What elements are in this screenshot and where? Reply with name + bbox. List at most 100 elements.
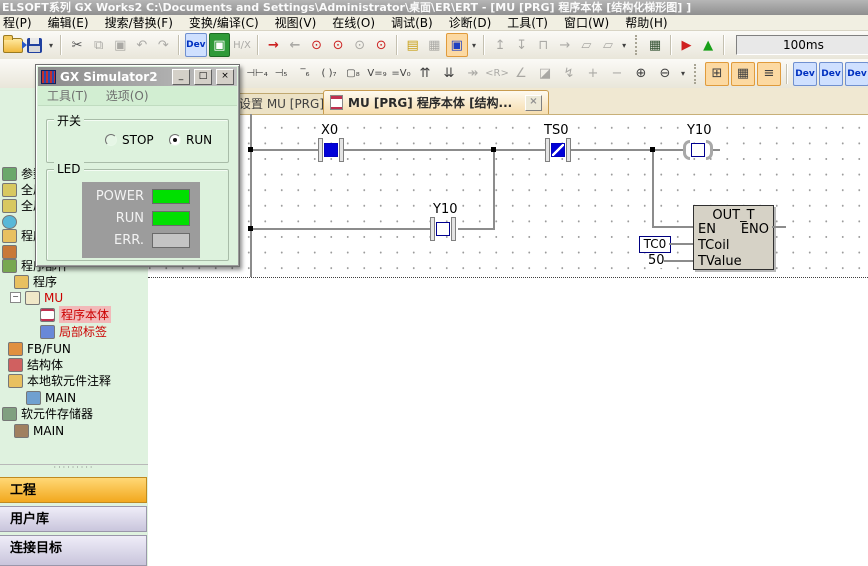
block-f8-icon[interactable]: ▢₈ (342, 63, 364, 85)
simulation-start-icon[interactable]: ▶ (677, 34, 697, 56)
error-jump-icon[interactable]: ▲ (698, 34, 718, 56)
draw-branch-icon[interactable]: ∠ (510, 63, 532, 85)
var-assign-icon[interactable]: V=₉ (366, 63, 388, 85)
menu-edit[interactable]: 编辑(E) (40, 14, 97, 31)
menu-diagnostics[interactable]: 诊断(D) (441, 14, 500, 31)
delete-row-icon[interactable]: − (606, 63, 628, 85)
simulator-menu-tools[interactable]: 工具(T) (38, 87, 97, 104)
screen-monitor-icon[interactable]: ▣ (209, 33, 231, 57)
menu-project[interactable]: 程(P) (0, 14, 40, 31)
menu-online[interactable]: 在线(O) (324, 14, 383, 31)
pulse-convert-icon[interactable]: ⊓ (533, 34, 553, 56)
inline-st1-icon[interactable]: ▱ (577, 34, 597, 56)
tree-item-main-comment[interactable]: MAIN (26, 390, 76, 405)
contact-label-y10[interactable]: Y10 (432, 202, 458, 217)
jump-label-icon[interactable]: ↠ (462, 63, 484, 85)
panel-user-library[interactable]: 用户库 (0, 506, 147, 532)
view-tree-icon[interactable]: ⊞ (705, 62, 729, 86)
tree-item-main-memory[interactable]: MAIN (14, 423, 64, 438)
contact-y10[interactable] (430, 217, 456, 241)
toolbar-dropdown-icon[interactable]: ▾ (47, 34, 56, 56)
maximize-icon[interactable]: □ (194, 69, 212, 85)
tree-item-local-label[interactable]: 局部标签 (40, 324, 107, 339)
device-search-icon[interactable]: Dev (793, 62, 817, 86)
ladder-edit2-icon[interactable]: ↧ (512, 34, 532, 56)
tree-item-device-memory[interactable]: 软元件存储器 (2, 406, 93, 421)
tree-item-program-body[interactable]: 程序本体 (40, 307, 111, 322)
run-radio[interactable]: RUN (169, 133, 212, 147)
view-list-icon[interactable]: ≡ (757, 62, 781, 86)
stop-radio[interactable]: STOP (105, 133, 154, 147)
cut-icon[interactable]: ✂ (67, 34, 87, 56)
write-to-plc-icon[interactable]: → (264, 34, 284, 56)
operand-tvalue-50[interactable]: 50 (647, 253, 666, 268)
assign-var-icon[interactable]: =V₀ (390, 63, 412, 85)
tree-item-fbfun[interactable]: FB/FUN (8, 341, 71, 356)
coil-y10[interactable] (683, 138, 713, 162)
contact-label-ts0[interactable]: TS0 (543, 123, 569, 138)
insert-row-icon[interactable]: + (582, 63, 604, 85)
ladder-dropdown-icon[interactable]: ▾ (620, 34, 629, 56)
hex-monitor-icon[interactable]: H/X (232, 34, 252, 56)
coil-label-y10[interactable]: Y10 (686, 123, 712, 138)
ladder-workspace[interactable]: X0 TS0 Y10 Y10 OUT_T EN ENO TCoil TValue (148, 114, 868, 278)
function-block-out-t[interactable]: OUT_T EN ENO TCoil TValue (693, 205, 774, 270)
zoom-out-icon[interactable]: ⊖ (654, 63, 676, 85)
simulator-menu-options[interactable]: 选项(O) (97, 87, 158, 104)
menu-find-replace[interactable]: 搜索/替换(F) (97, 14, 181, 31)
close-icon[interactable]: × (216, 69, 234, 85)
falling-pulse-icon[interactable]: ⇊ (438, 63, 460, 85)
rising-pulse-icon[interactable]: ⇈ (414, 63, 436, 85)
panel-project[interactable]: 工程 (0, 477, 147, 503)
menu-convert-compile[interactable]: 变换/编译(C) (181, 14, 267, 31)
jump-icon[interactable]: → (555, 34, 575, 56)
read-from-plc-icon[interactable]: ← (285, 34, 305, 56)
device-find-icon[interactable]: Dev (185, 33, 207, 57)
save-project-icon[interactable] (25, 34, 45, 56)
device-table-icon[interactable]: Dev (819, 62, 843, 86)
open-project-icon[interactable] (3, 34, 23, 56)
ladder-edit1-icon[interactable]: ↥ (490, 34, 510, 56)
menu-help[interactable]: 帮助(H) (617, 14, 675, 31)
tree-item-struct[interactable]: 结构体 (8, 357, 63, 372)
erase-branch-icon[interactable]: ◪ (534, 63, 556, 85)
paste-icon[interactable]: ▣ (110, 34, 130, 56)
interconnect-icon[interactable]: ↯ (558, 63, 580, 85)
device-comment-icon[interactable]: ▦ (424, 34, 444, 56)
operand-tc0[interactable]: TC0 (639, 236, 671, 253)
device-display-icon[interactable]: Dev (845, 62, 868, 86)
contact-x0[interactable] (318, 138, 344, 162)
panel-splitter[interactable]: ········· (0, 464, 148, 473)
tree-item-hidden[interactable] (2, 244, 17, 259)
tree-item-mu[interactable]: −MU (10, 290, 63, 305)
statement-icon[interactable]: ▤ (403, 34, 423, 56)
coil-f7-icon[interactable]: ( )₇ (318, 63, 340, 85)
menu-window[interactable]: 窗口(W) (556, 14, 617, 31)
tree-item-local-comment[interactable]: 本地软元件注释 (8, 373, 111, 388)
contact-f5-icon[interactable]: ⊣₅ (270, 63, 292, 85)
panel-connection[interactable]: 连接目标 (0, 535, 147, 566)
return-label-icon[interactable]: <R> (486, 63, 508, 85)
tree-item-globe[interactable] (2, 214, 17, 229)
contact-label-x0[interactable]: X0 (320, 123, 339, 138)
monitor-mode-icon[interactable]: ▣ (446, 33, 468, 57)
copy-icon[interactable]: ⧉ (89, 34, 109, 56)
tree-item-program[interactable]: 程序 (14, 274, 57, 289)
simulation-chip-icon[interactable]: ▦ (645, 34, 665, 56)
monitor-pause-icon[interactable]: ⊙ (350, 34, 370, 56)
menu-tools[interactable]: 工具(T) (499, 14, 556, 31)
menu-view[interactable]: 视图(V) (267, 14, 325, 31)
tab-close-icon[interactable]: × (525, 95, 542, 111)
redo-icon[interactable]: ↷ (154, 34, 174, 56)
view-device-icon[interactable]: ▦ (731, 62, 755, 86)
zoom-in-icon[interactable]: ⊕ (630, 63, 652, 85)
inline-st2-icon[interactable]: ▱ (598, 34, 618, 56)
contact-f4-icon[interactable]: ⊣⊢₄ (246, 63, 268, 85)
collapse-icon[interactable]: − (10, 292, 21, 303)
tab-program-body[interactable]: MU [PRG] 程序本体 [结构... × (323, 90, 549, 114)
menu-debug[interactable]: 调试(B) (383, 14, 441, 31)
contact-ts0[interactable] (545, 138, 571, 162)
monitor-stop-icon[interactable]: ⊙ (328, 34, 348, 56)
monitor-watch-icon[interactable]: ⊙ (371, 34, 391, 56)
line-f6-icon[interactable]: ‾₆ (294, 63, 316, 85)
